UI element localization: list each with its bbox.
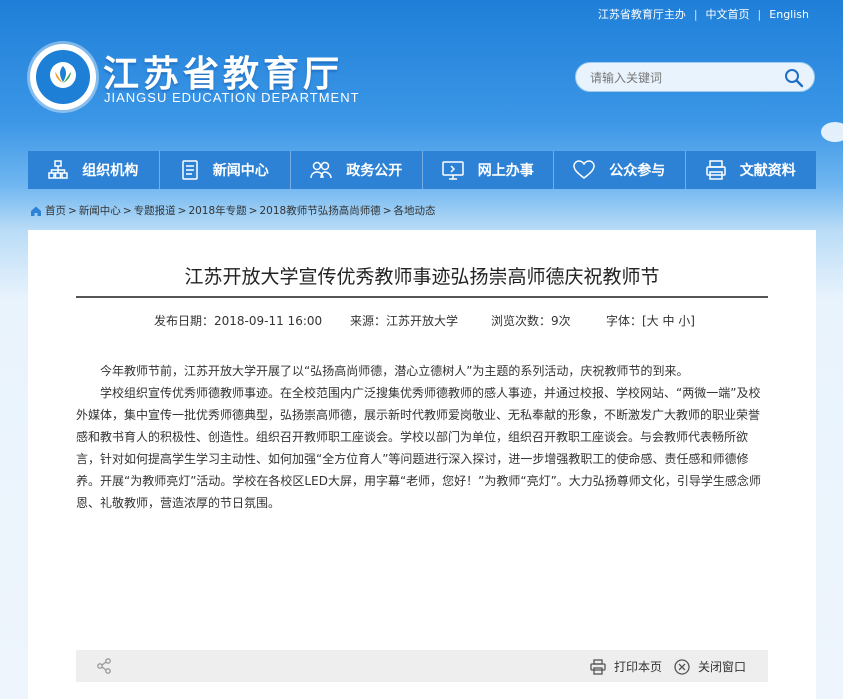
divider: [76, 296, 768, 298]
font-size-selector[interactable]: 字体：[大 中 小]: [606, 312, 695, 329]
nav-label: 新闻中心: [212, 163, 269, 179]
main-nav: 组织机构 新闻中心 政务公开 网上办事 公众参与 文献资料: [28, 151, 816, 189]
nav-label: 文献资料: [739, 163, 796, 179]
paragraph: 学校组织宣传优秀师德教师事迹。在全校范围内广泛搜集优秀师德教师的感人事迹，并通过…: [76, 386, 761, 510]
nav-label: 网上办事: [477, 163, 534, 179]
divider: |: [693, 7, 698, 21]
english-link[interactable]: English: [769, 8, 809, 21]
logo-emblem-icon: [50, 62, 76, 88]
breadcrumb-teachers-day[interactable]: 2018教师节弘扬高尚师德: [259, 203, 380, 218]
people-icon: [310, 161, 332, 179]
nav-item-organization[interactable]: 组织机构: [28, 151, 160, 189]
divider: |: [757, 7, 762, 21]
nav-item-online-services[interactable]: 网上办事: [423, 151, 554, 189]
nav-label: 组织机构: [82, 163, 139, 179]
breadcrumb-special-reports[interactable]: 专题报道: [134, 203, 176, 218]
monitor-icon: [442, 161, 464, 180]
nav-item-gov-affairs[interactable]: 政务公开: [291, 151, 423, 189]
decorative-cloud: [813, 110, 843, 150]
sponsor-text: 江苏省教育厅主办: [597, 8, 686, 21]
breadcrumb-home[interactable]: 首页: [45, 203, 66, 218]
view-count: 浏览次数：9次: [491, 314, 571, 328]
close-window-button[interactable]: 关闭窗口: [674, 658, 746, 675]
nav-item-news[interactable]: 新闻中心: [160, 151, 291, 189]
home-icon: [31, 206, 41, 216]
printer-icon: [590, 658, 606, 675]
search-icon[interactable]: [784, 68, 804, 92]
print-label: 打印本页: [614, 660, 663, 674]
printer-doc-icon: [706, 160, 726, 180]
article-footer: 打印本页 关闭窗口: [76, 650, 768, 682]
org-chart-icon: [48, 160, 68, 179]
share-icon[interactable]: [96, 658, 120, 678]
heart-icon: [573, 160, 596, 179]
print-button[interactable]: 打印本页: [590, 658, 662, 675]
nav-label: 公众参与: [609, 163, 666, 179]
department-logo[interactable]: [30, 44, 96, 110]
chinese-home-link[interactable]: 中文首页: [706, 6, 750, 22]
top-links-bar: 江苏省教育厅主办 | 中文首页 | English: [598, 6, 809, 22]
close-label: 关闭窗口: [698, 660, 747, 674]
paragraph: 今年教师节前，江苏开放大学开展了以“弘扬高尚师德，潜心立德树人”为主题的系列活动…: [100, 364, 689, 378]
article-source: 来源：江苏开放大学: [350, 314, 459, 328]
document-icon: [182, 160, 198, 180]
publish-date: 发布日期：2018-09-11 16:00: [154, 314, 323, 328]
search-box: [575, 62, 815, 92]
close-icon: [674, 658, 690, 675]
breadcrumb-local-news[interactable]: 各地动态: [394, 203, 436, 218]
site-title-english: JIANGSU EDUCATION DEPARTMENT: [104, 90, 360, 105]
article-body: 今年教师节前，江苏开放大学开展了以“弘扬高尚师德，潜心立德树人”为主题的系列活动…: [76, 360, 768, 514]
nav-label: 政务公开: [346, 163, 403, 179]
breadcrumb-2018-topics[interactable]: 2018年专题: [188, 203, 246, 218]
article-card: 江苏开放大学宣传优秀教师事迹弘扬崇高师德庆祝教师节 发布日期：2018-09-1…: [28, 230, 816, 699]
nav-item-public-participation[interactable]: 公众参与: [554, 151, 686, 189]
breadcrumb: 首页 > 新闻中心 > 专题报道 > 2018年专题 > 2018教师节弘扬高尚师德 > …: [30, 203, 436, 218]
breadcrumb-news[interactable]: 新闻中心: [79, 203, 121, 218]
nav-item-documents[interactable]: 文献资料: [686, 151, 817, 189]
article-title: 江苏开放大学宣传优秀教师事迹弘扬崇高师德庆祝教师节: [184, 266, 660, 288]
search-input[interactable]: [588, 69, 772, 87]
